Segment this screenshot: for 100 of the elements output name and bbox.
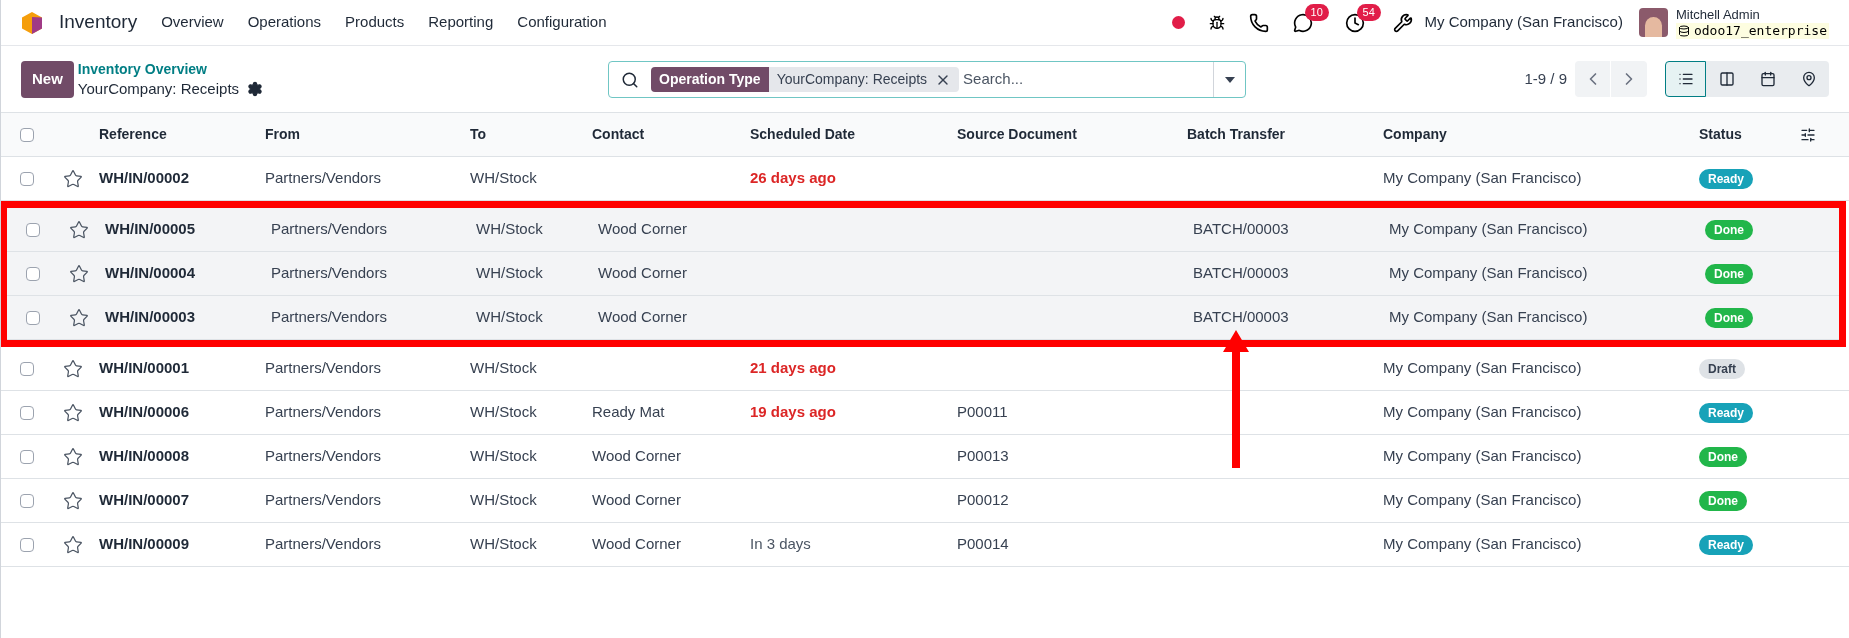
status-badge: Done — [1705, 220, 1753, 241]
row-checkbox[interactable] — [20, 361, 34, 376]
favorite-star-icon[interactable] — [69, 307, 89, 328]
row-checkbox[interactable] — [20, 449, 34, 464]
search-bar[interactable]: Operation Type YourCompany: Receipts Search... — [608, 61, 1246, 98]
column-header[interactable]: Status — [1699, 124, 1800, 145]
column-header[interactable]: Company — [1383, 124, 1699, 145]
status-badge: Done — [1699, 447, 1747, 468]
status-badge: Ready — [1699, 403, 1754, 424]
company-cell-text: My Company (San Francisco) — [1383, 402, 1583, 423]
menu-item[interactable]: Products — [345, 11, 405, 34]
scheduled-date-cell: 26 days ago — [750, 169, 836, 187]
view-switch-button[interactable] — [1665, 61, 1706, 97]
from-cell-text: Partners/Vendors — [271, 263, 388, 284]
favorite-star-icon[interactable] — [63, 534, 83, 555]
row-checkbox[interactable] — [20, 537, 34, 552]
row-checkbox[interactable] — [26, 222, 40, 237]
table-row[interactable]: WH/IN/00004 Partners/Vendors WH/Stock Wood Corner BATCH/00003 My Company (San Francisco) Done — [7, 252, 1839, 296]
table-row[interactable]: WH/IN/00005 Partners/Vendors WH/Stock Wood Corner BATCH/00003 My Company (San Francisco) Done — [7, 208, 1839, 252]
contact-cell: Wood Corner — [592, 535, 681, 553]
column-header[interactable]: Batch Transfer — [1187, 124, 1383, 145]
column-header[interactable]: Source Document — [957, 124, 1187, 145]
contact-cell: Wood Corner — [592, 447, 681, 465]
phone-icon[interactable] — [1248, 12, 1269, 33]
to-cell-text: WH/Stock — [476, 263, 544, 284]
favorite-star-icon[interactable] — [69, 263, 89, 284]
list-view-icon — [1677, 71, 1694, 87]
menu-item[interactable]: Operations — [247, 11, 322, 34]
contact-cell: Wood Corner — [598, 220, 687, 238]
database-name: odoo17_enterprise — [1693, 22, 1827, 39]
scheduled-date-cell: 19 days ago — [750, 403, 836, 421]
contact-cell: Wood Corner — [598, 308, 687, 326]
column-settings-icon[interactable] — [1800, 126, 1816, 143]
row-checkbox[interactable] — [20, 405, 34, 420]
row-checkbox[interactable] — [20, 171, 34, 186]
app-name[interactable]: Inventory — [59, 8, 138, 37]
to-cell-text: WH/Stock — [470, 490, 538, 511]
search-input[interactable]: Search... — [963, 68, 1213, 91]
tools-icon[interactable] — [1392, 12, 1413, 33]
to-cell-text: WH/Stock — [470, 358, 538, 379]
reference-cell-text: WH/IN/00007 — [99, 490, 191, 511]
new-button[interactable]: New — [21, 60, 74, 98]
message-count: 10 — [1304, 3, 1329, 21]
dropdown-caret-icon[interactable] — [1224, 76, 1235, 83]
column-header[interactable]: Contact — [592, 124, 750, 145]
row-checkbox[interactable] — [26, 266, 40, 281]
from-cell-text: Partners/Vendors — [265, 168, 382, 189]
scheduled-date-cell: 21 days ago — [750, 359, 836, 377]
reference-cell-text: WH/IN/00003 — [105, 307, 197, 328]
to-cell-text: WH/Stock — [470, 402, 538, 423]
favorite-star-icon[interactable] — [69, 219, 89, 240]
to-cell-text: WH/Stock — [470, 446, 538, 467]
contact-cell: Wood Corner — [598, 264, 687, 282]
row-checkbox[interactable] — [20, 493, 34, 508]
company-cell-text: My Company (San Francisco) — [1389, 307, 1589, 328]
map-view-icon — [1800, 71, 1817, 87]
favorite-star-icon[interactable] — [63, 446, 83, 467]
search-icon — [621, 70, 639, 89]
table-row[interactable]: WH/IN/00003 Partners/Vendors WH/Stock Wood Corner BATCH/00003 My Company (San Francisco) Done — [7, 296, 1839, 340]
favorite-star-icon[interactable] — [63, 490, 83, 511]
favorite-star-icon[interactable] — [63, 358, 83, 379]
settings-icon[interactable] — [247, 81, 264, 97]
breadcrumb-link[interactable]: Inventory Overview — [77, 59, 264, 79]
scheduled-date-cell: In 3 days — [750, 535, 811, 553]
view-switch-button[interactable] — [1788, 61, 1829, 97]
calendar-view-icon — [1759, 71, 1776, 87]
activity-count: 54 — [1356, 3, 1381, 21]
menu-item[interactable]: Overview — [161, 11, 224, 34]
user-name[interactable]: Mitchell Admin — [1675, 6, 1829, 23]
favorite-star-icon[interactable] — [63, 168, 83, 189]
clock-icon[interactable] — [1344, 12, 1365, 33]
reference-cell-text: WH/IN/00009 — [99, 534, 191, 555]
reference-cell-text: WH/IN/00008 — [99, 446, 191, 467]
view-switch-button[interactable] — [1706, 61, 1747, 97]
facet-value: YourCompany: Receipts — [768, 67, 936, 92]
from-cell-text: Partners/Vendors — [265, 534, 382, 555]
from-cell-text: Partners/Vendors — [265, 490, 382, 511]
column-header[interactable]: Scheduled Date — [750, 124, 957, 145]
menu-item[interactable]: Configuration — [517, 11, 607, 34]
pager-value[interactable]: 1-9 / 9 — [1524, 67, 1567, 91]
batch-transfer-cell: BATCH/00003 — [1193, 308, 1289, 326]
row-checkbox[interactable] — [26, 310, 40, 325]
select-all-checkbox[interactable] — [20, 127, 34, 142]
chat-icon[interactable] — [1292, 12, 1313, 33]
favorite-star-icon[interactable] — [63, 402, 83, 423]
reference-cell-text: WH/IN/00002 — [99, 168, 191, 189]
debug-bug-icon[interactable] — [1208, 14, 1225, 31]
column-header[interactable]: Reference — [99, 124, 265, 145]
to-cell-text: WH/Stock — [470, 534, 538, 555]
source-document-cell: P00014 — [957, 535, 1009, 553]
facet-label: Operation Type — [651, 67, 769, 92]
avatar-icon[interactable] — [1638, 8, 1668, 37]
to-cell-text: WH/Stock — [470, 168, 538, 189]
from-cell-text: Partners/Vendors — [271, 307, 388, 328]
menu-item[interactable]: Reporting — [428, 11, 494, 34]
reference-cell-text: WH/IN/00001 — [99, 358, 191, 379]
company-switcher[interactable]: My Company (San Francisco) — [1424, 11, 1623, 34]
column-header[interactable]: To — [470, 124, 592, 145]
column-header[interactable]: From — [265, 124, 470, 145]
company-cell-text: My Company (San Francisco) — [1383, 446, 1583, 467]
